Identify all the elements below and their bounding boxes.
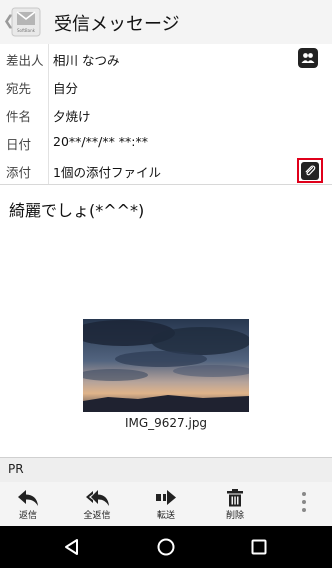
reply-all-icon — [86, 490, 109, 506]
to-value: 自分 — [53, 81, 79, 96]
app-icon-caption: SoftBank — [17, 28, 36, 33]
system-nav-bar — [0, 526, 332, 568]
sender-label: 差出人 — [6, 53, 44, 68]
divider — [48, 156, 49, 184]
attachment-image[interactable] — [83, 319, 249, 412]
divider — [48, 128, 49, 156]
recents-square-icon[interactable] — [249, 537, 269, 557]
page-title: 受信メッセージ — [54, 14, 180, 35]
attachment-label: 添付 — [6, 165, 32, 180]
more-vertical-icon[interactable] — [302, 492, 307, 516]
sender-value: 相川 なつみ — [53, 53, 120, 68]
divider — [48, 100, 49, 128]
forward-icon — [156, 490, 176, 505]
date-value: 20**/**/** **:** — [53, 134, 149, 149]
divider — [48, 44, 49, 72]
pr-bar[interactable]: PR — [0, 457, 332, 483]
sender-row[interactable]: 差出人 相川 なつみ — [0, 44, 332, 73]
mail-app-icon[interactable]: SoftBank — [11, 7, 41, 37]
trash-icon — [227, 489, 243, 507]
message-body: 綺麗でしょ(*^^*) — [9, 201, 145, 220]
reply-button[interactable]: 返信 — [0, 482, 56, 526]
home-circle-icon[interactable] — [156, 537, 176, 557]
forward-button[interactable]: 転送 — [138, 482, 194, 526]
paperclip-icon — [301, 161, 319, 180]
reply-label: 返信 — [18, 511, 37, 521]
date-label: 日付 — [6, 137, 32, 152]
divider — [48, 72, 49, 100]
attachment-value: 1個の添付ファイル — [53, 165, 161, 180]
reply-icon — [18, 490, 38, 506]
delete-label: 削除 — [225, 511, 244, 521]
reply-all-button[interactable]: 全返信 — [69, 482, 125, 526]
attachment-row[interactable]: 添付 1個の添付ファイル — [0, 156, 332, 185]
subject-row: 件名 夕焼け — [0, 100, 332, 129]
app-header: ❮ SoftBank 受信メッセージ — [0, 0, 332, 45]
attachment-button[interactable] — [297, 158, 323, 183]
to-row: 宛先 自分 — [0, 72, 332, 101]
back-triangle-icon[interactable] — [62, 537, 82, 557]
subject-label: 件名 — [6, 109, 32, 124]
contact-book-icon[interactable] — [298, 48, 318, 68]
subject-value: 夕焼け — [53, 109, 91, 124]
bottom-toolbar: 返信 全返信 転送 削除 — [0, 482, 332, 526]
forward-label: 転送 — [156, 511, 175, 521]
delete-button[interactable]: 削除 — [207, 482, 263, 526]
to-label: 宛先 — [6, 81, 32, 96]
date-row: 日付 20**/**/** **:** — [0, 128, 332, 157]
pr-label: PR — [8, 462, 24, 476]
attachment-filename[interactable]: IMG_9627.jpg — [0, 416, 332, 430]
reply-all-label: 全返信 — [83, 511, 111, 521]
